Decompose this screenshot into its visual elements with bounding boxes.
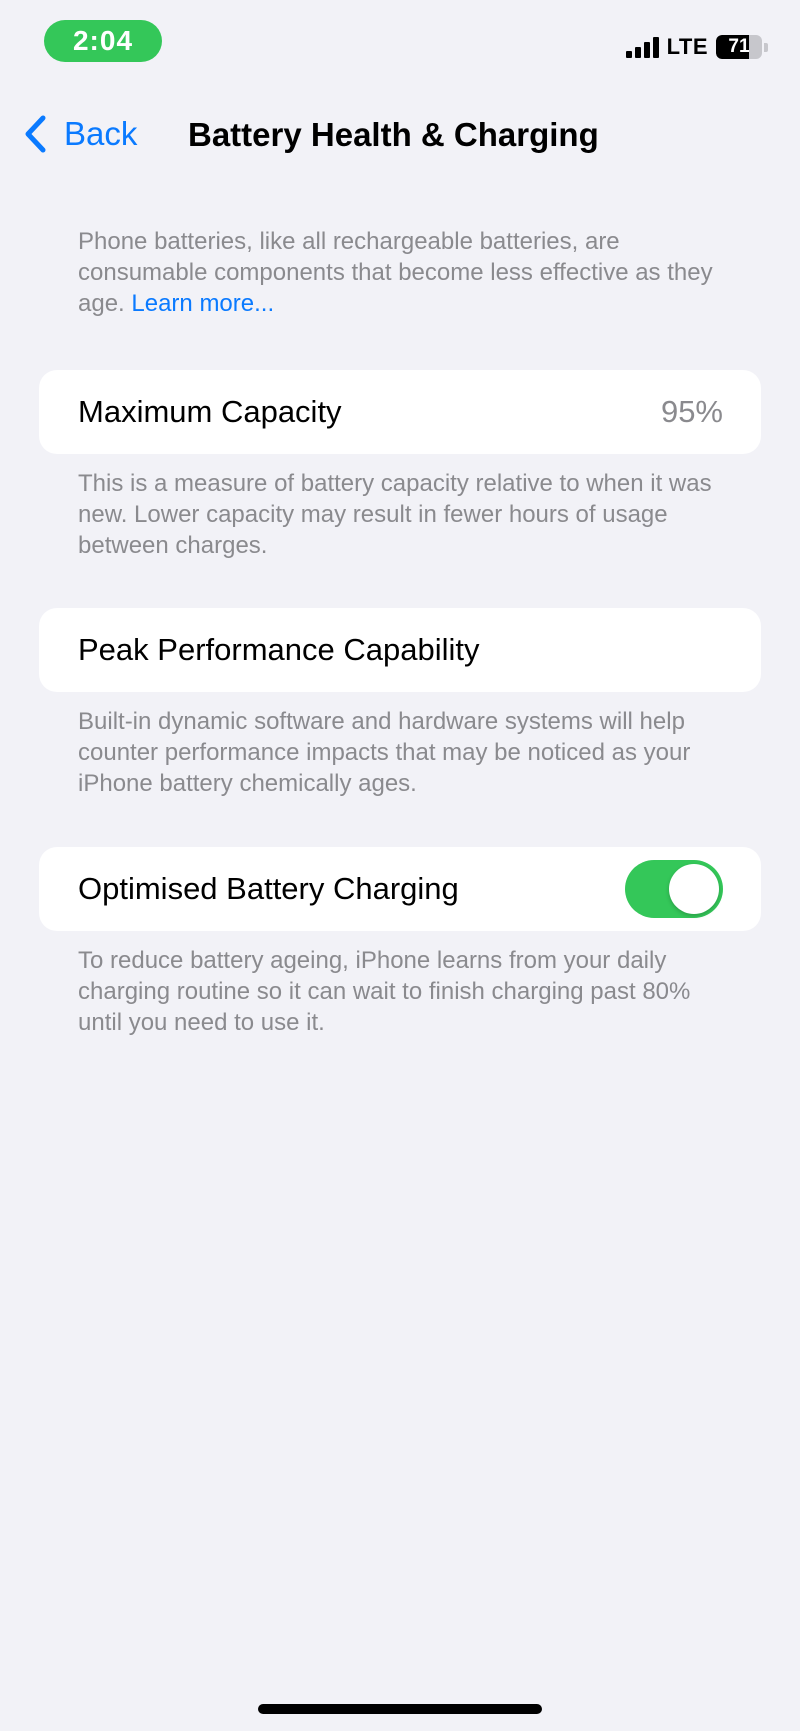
peak-performance-footnote: Built-in dynamic software and hardware s… (78, 708, 691, 797)
battery-level: 71 (728, 36, 750, 57)
toggle-knob (669, 864, 719, 914)
navigation-bar: Back Battery Health & Charging (0, 110, 800, 162)
peak-performance-row: Peak Performance Capability (39, 608, 761, 692)
maximum-capacity-footnote: This is a measure of battery capacity re… (78, 470, 712, 559)
back-button[interactable]: Back (22, 114, 137, 154)
network-type: LTE (666, 34, 708, 59)
battery-tip (764, 42, 768, 52)
status-indicators: LTE 71 (625, 34, 768, 60)
chevron-left-icon (25, 115, 46, 153)
maximum-capacity-label: Maximum Capacity (78, 394, 342, 429)
optimised-charging-label: Optimised Battery Charging (78, 871, 459, 906)
peak-performance-label: Peak Performance Capability (78, 632, 480, 667)
optimised-charging-footnote: To reduce battery ageing, iPhone learns … (78, 947, 691, 1036)
home-indicator[interactable] (258, 1704, 542, 1714)
intro-text-block: Phone batteries, like all rechargeable b… (78, 226, 738, 319)
page-title: Battery Health & Charging (188, 116, 599, 153)
signal-icon (625, 36, 659, 58)
maximum-capacity-row: Maximum Capacity 95% (39, 370, 761, 454)
learn-more-link[interactable]: Learn more... (131, 290, 274, 317)
status-bar: 2:04 LTE 71 (0, 0, 800, 80)
optimised-charging-row: Optimised Battery Charging (39, 847, 761, 931)
battery-icon: 71 (716, 35, 762, 59)
maximum-capacity-value: 95% (660, 394, 723, 429)
back-label: Back (64, 115, 138, 152)
status-time[interactable]: 2:04 (44, 20, 162, 62)
optimised-charging-toggle[interactable] (625, 860, 723, 918)
